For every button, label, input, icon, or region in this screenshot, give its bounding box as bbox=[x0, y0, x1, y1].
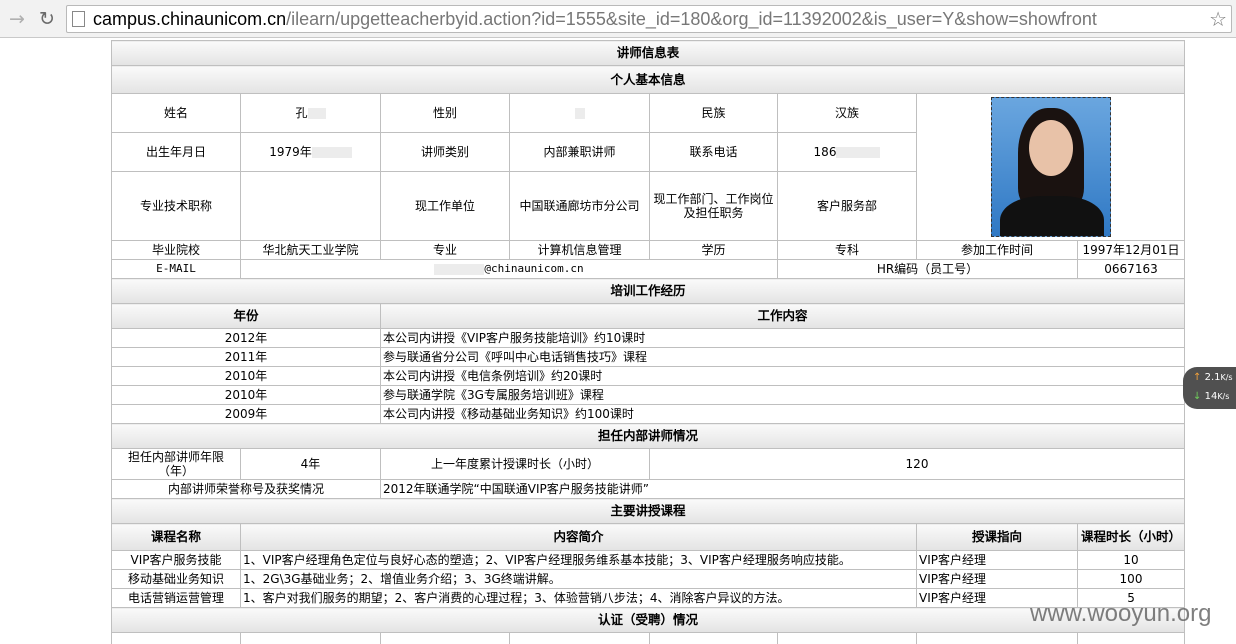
value-unit: 中国联通廊坊市分公司 bbox=[509, 171, 650, 241]
label-degree: 学历 bbox=[649, 240, 778, 260]
label-school: 毕业院校 bbox=[111, 240, 241, 260]
value-teacher-type: 内部兼职讲师 bbox=[509, 132, 650, 172]
course-hours: 100 bbox=[1076, 569, 1186, 589]
value-tech-title bbox=[240, 171, 381, 241]
label-teacher-type: 讲师类别 bbox=[380, 132, 510, 172]
teacher-info-table: 讲师信息表 个人基本信息 姓名 孔 性别 民族 汉族 出生年月日 1979年 讲… bbox=[110, 40, 1186, 644]
label-birth: 出生年月日 bbox=[111, 132, 241, 172]
label-honors: 内部讲师荣誉称号及获奖情况 bbox=[111, 479, 381, 499]
upload-speed: ↑ 2.1K/s bbox=[1193, 372, 1233, 383]
address-bar[interactable]: campus.chinaunicom.cn/ilearn/upgetteache… bbox=[66, 5, 1232, 33]
teacher-photo bbox=[990, 97, 1111, 237]
label-work-start: 参加工作时间 bbox=[916, 240, 1078, 260]
header-work-content: 工作内容 bbox=[379, 303, 1186, 329]
course-name: 电话营销运营管理 bbox=[111, 588, 241, 608]
header-course-target: 授课指向 bbox=[916, 523, 1078, 551]
value-honors: 2012年联通学院“中国联通VIP客户服务技能讲师” bbox=[379, 479, 1186, 499]
download-speed: ↓ 14K/s bbox=[1193, 391, 1230, 402]
photo-cell bbox=[915, 93, 1186, 241]
value-name: 孔 bbox=[240, 93, 381, 133]
label-gender: 性别 bbox=[380, 93, 510, 133]
training-year: 2012年 bbox=[111, 328, 381, 348]
section-lecturer: 担任内部讲师情况 bbox=[110, 423, 1186, 449]
browser-toolbar: → ↻ campus.chinaunicom.cn/ilearn/upgette… bbox=[0, 0, 1236, 38]
value-major: 计算机信息管理 bbox=[509, 240, 650, 260]
table-row: 2012年 本公司内讲授《VIP客户服务技能培训》约10课时 bbox=[111, 328, 1186, 348]
label-tech-title: 专业技术职称 bbox=[111, 171, 241, 241]
network-speed-widget[interactable]: ↑ 2.1K/s ↓ 14K/s bbox=[1183, 367, 1236, 409]
section-courses: 主要讲授课程 bbox=[110, 498, 1186, 524]
course-name: VIP客户服务技能 bbox=[111, 550, 241, 570]
label-email: E-MAIL bbox=[111, 259, 241, 279]
value-lecturer-years: 4年 bbox=[240, 448, 381, 480]
label-dept: 现工作部门、工作岗位及担任职务 bbox=[649, 171, 778, 241]
back-arrow-icon[interactable]: → bbox=[4, 6, 30, 32]
value-hr-code: 0667163 bbox=[1076, 259, 1186, 279]
value-gender bbox=[509, 93, 650, 133]
training-year: 2011年 bbox=[111, 347, 381, 367]
label-major: 专业 bbox=[380, 240, 510, 260]
table-row: 2010年 参与联通学院《3G专属服务培训班》课程 bbox=[111, 385, 1186, 405]
course-target: VIP客户经理 bbox=[916, 569, 1078, 589]
section-training: 培训工作经历 bbox=[110, 278, 1186, 304]
form-title: 讲师信息表 bbox=[110, 40, 1186, 66]
value-phone: 186 bbox=[777, 132, 917, 172]
value-email: @chinaunicom.cn bbox=[240, 259, 778, 279]
header-course-intro: 内容简介 bbox=[240, 523, 917, 551]
course-hours: 10 bbox=[1076, 550, 1186, 570]
training-content: 本公司内讲授《VIP客户服务技能培训》约10课时 bbox=[379, 328, 1186, 348]
value-work-start: 1997年12月01日 bbox=[1076, 240, 1186, 260]
label-phone: 联系电话 bbox=[649, 132, 778, 172]
bookmark-star-icon[interactable]: ☆ bbox=[1209, 6, 1227, 32]
label-teaching-hours: 上一年度累计授课时长（小时） bbox=[380, 448, 650, 480]
reload-icon[interactable]: ↻ bbox=[34, 6, 60, 32]
training-content: 本公司内讲授《电信条例培训》约20课时 bbox=[379, 366, 1186, 386]
table-row: 电话营销运营管理 1、客户对我们服务的期望；2、客户消费的心理过程；3、体验营销… bbox=[111, 588, 1186, 608]
value-school: 华北航天工业学院 bbox=[240, 240, 381, 260]
training-content: 本公司内讲授《移动基础业务知识》约100课时 bbox=[379, 404, 1186, 424]
value-degree: 专科 bbox=[777, 240, 917, 260]
url-text[interactable]: campus.chinaunicom.cn/ilearn/upgetteache… bbox=[93, 8, 1097, 30]
table-row: 移动基础业务知识 1、2G\3G基础业务；2、增值业务介绍；3、3G终端讲解。 … bbox=[111, 569, 1186, 589]
label-unit: 现工作单位 bbox=[380, 171, 510, 241]
table-row: 2009年 本公司内讲授《移动基础业务知识》约100课时 bbox=[111, 404, 1186, 424]
value-birth: 1979年 bbox=[240, 132, 381, 172]
watermark: www.wooyun.org bbox=[1030, 600, 1212, 627]
value-dept: 客户服务部 bbox=[777, 171, 917, 241]
course-name: 移动基础业务知识 bbox=[111, 569, 241, 589]
training-year: 2010年 bbox=[111, 366, 381, 386]
label-name: 姓名 bbox=[111, 93, 241, 133]
section-certification: 认证（受聘）情况 bbox=[110, 607, 1186, 633]
page-icon bbox=[72, 11, 85, 27]
label-hr-code: HR编码（员工号） bbox=[777, 259, 1078, 279]
course-intro: 1、2G\3G基础业务；2、增值业务介绍；3、3G终端讲解。 bbox=[240, 569, 917, 589]
url-host: campus.chinaunicom.cn bbox=[93, 9, 287, 29]
course-target: VIP客户经理 bbox=[916, 550, 1078, 570]
training-content: 参与联通学院《3G专属服务培训班》课程 bbox=[379, 385, 1186, 405]
label-ethnicity: 民族 bbox=[649, 93, 778, 133]
header-course-hours: 课程时长（小时） bbox=[1076, 523, 1186, 551]
header-year: 年份 bbox=[111, 303, 381, 329]
course-intro: 1、VIP客户经理角色定位与良好心态的塑造；2、VIP客户经理服务维系基本技能；… bbox=[240, 550, 917, 570]
header-course-name: 课程名称 bbox=[111, 523, 241, 551]
training-year: 2009年 bbox=[111, 404, 381, 424]
course-intro: 1、客户对我们服务的期望；2、客户消费的心理过程；3、体验营销八步法；4、消除客… bbox=[240, 588, 917, 608]
training-year: 2010年 bbox=[111, 385, 381, 405]
table-row: VIP客户服务技能 1、VIP客户经理角色定位与良好心态的塑造；2、VIP客户经… bbox=[111, 550, 1186, 570]
section-basic-info: 个人基本信息 bbox=[110, 65, 1186, 94]
value-ethnicity: 汉族 bbox=[777, 93, 917, 133]
training-content: 参与联通省分公司《呼叫中心电话销售技巧》课程 bbox=[379, 347, 1186, 367]
value-teaching-hours: 120 bbox=[648, 448, 1186, 480]
upload-arrow-icon: ↑ bbox=[1193, 372, 1202, 383]
table-row: 2010年 本公司内讲授《电信条例培训》约20课时 bbox=[111, 366, 1186, 386]
download-arrow-icon: ↓ bbox=[1193, 391, 1202, 402]
table-row: 2011年 参与联通省分公司《呼叫中心电话销售技巧》课程 bbox=[111, 347, 1186, 367]
label-lecturer-years: 担任内部讲师年限（年） bbox=[111, 448, 241, 480]
url-path: /ilearn/upgetteacherbyid.action?id=1555&… bbox=[286, 9, 1097, 29]
